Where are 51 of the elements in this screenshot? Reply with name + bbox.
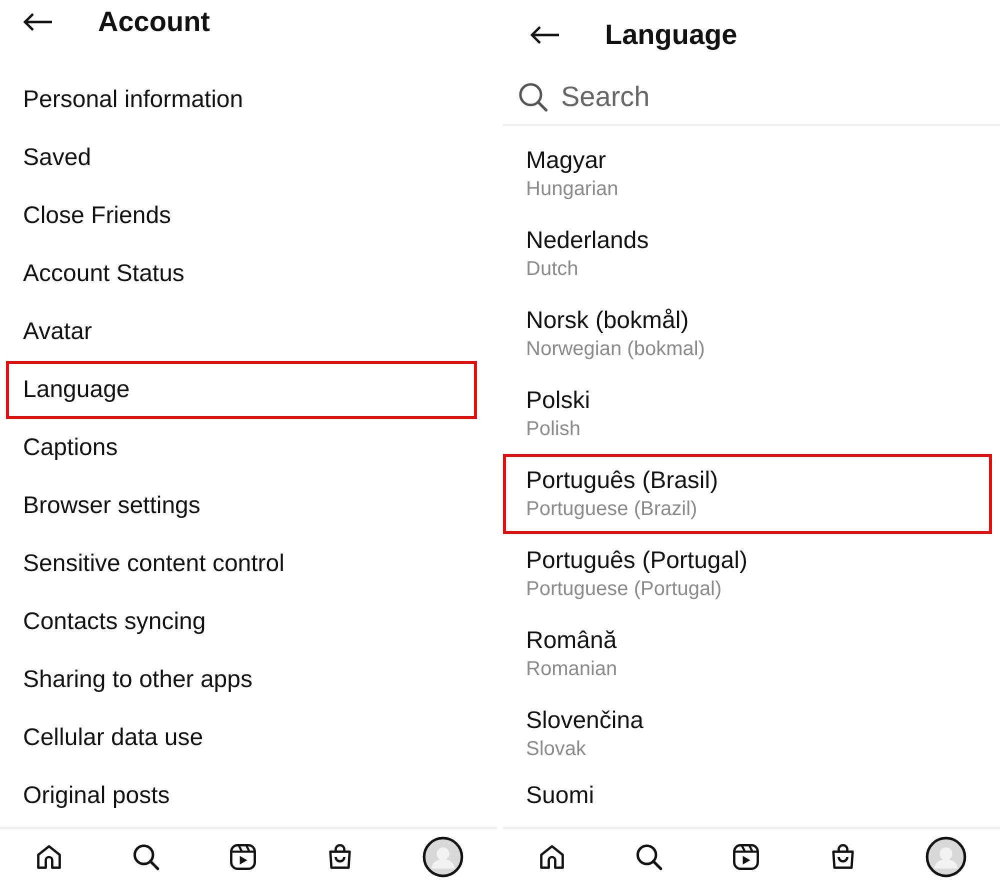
language-option[interactable]: Português (Portugal) Portuguese (Portugal)	[503, 534, 992, 614]
language-english-name: Portuguese (Portugal)	[526, 577, 723, 602]
language-name: Norsk (bokmål)	[526, 306, 690, 336]
settings-item[interactable]: Captions	[6, 419, 477, 477]
settings-item[interactable]: Account Status	[6, 245, 477, 303]
language-name: Polski	[526, 386, 592, 416]
language-name: Slovenčina	[526, 706, 644, 736]
settings-item[interactable]: Personal information	[6, 71, 477, 129]
page-title: Account	[98, 6, 210, 38]
page-title: Language	[605, 19, 738, 51]
settings-item[interactable]: Sharing to other apps	[6, 651, 477, 709]
language-name: Português (Brasil)	[526, 466, 720, 496]
language-option[interactable]: Slovenčina Slovak	[503, 694, 992, 774]
language-english-name: Polish	[526, 417, 582, 442]
language-option[interactable]: Polski Polish	[503, 374, 992, 454]
language-english-name: Norwegian (bokmal)	[526, 337, 706, 362]
language-option[interactable]: Português (Brasil) Portuguese (Brazil)	[503, 454, 992, 534]
language-option[interactable]: Norsk (bokmål) Norwegian (bokmal)	[503, 294, 992, 374]
language-name: Nederlands	[526, 226, 650, 256]
back-arrow-icon[interactable]	[529, 25, 561, 45]
settings-item[interactable]: Original posts	[6, 767, 477, 825]
settings-item[interactable]: Browser settings	[6, 477, 477, 535]
language-name: Română	[526, 626, 618, 656]
settings-item[interactable]: Avatar	[6, 303, 477, 361]
avatar-icon[interactable]	[924, 836, 966, 878]
language-name: Magyar	[526, 146, 608, 176]
language-option[interactable]: Suomi	[503, 774, 992, 814]
search-icon[interactable]	[130, 842, 160, 872]
settings-item[interactable]: Cellular data use	[6, 709, 477, 767]
settings-item[interactable]: Language	[6, 361, 477, 419]
language-english-name: Slovak	[526, 737, 588, 762]
settings-item[interactable]: Contacts syncing	[6, 593, 477, 651]
language-name: Suomi	[526, 781, 596, 811]
reels-icon[interactable]	[228, 842, 258, 872]
search-icon[interactable]	[634, 842, 664, 872]
language-name: Português (Portugal)	[526, 546, 748, 576]
language-english-name: Portuguese (Brazil)	[526, 497, 698, 522]
language-english-name: Dutch	[526, 257, 580, 282]
settings-item[interactable]: Saved	[6, 129, 477, 187]
language-option[interactable]: Nederlands Dutch	[503, 214, 992, 294]
language-english-name: Romanian	[526, 657, 618, 682]
settings-item[interactable]: Close Friends	[6, 187, 477, 245]
avatar-icon[interactable]	[422, 836, 464, 878]
settings-item[interactable]: Sensitive content control	[6, 535, 477, 593]
reels-icon[interactable]	[730, 842, 760, 872]
search-field[interactable]: Search	[561, 81, 1000, 113]
language-english-name: Hungarian	[526, 177, 620, 202]
search-icon	[517, 81, 549, 113]
language-option[interactable]: Română Romanian	[503, 614, 992, 694]
back-arrow-icon[interactable]	[22, 12, 54, 32]
language-option[interactable]: Magyar Hungarian	[503, 134, 992, 214]
